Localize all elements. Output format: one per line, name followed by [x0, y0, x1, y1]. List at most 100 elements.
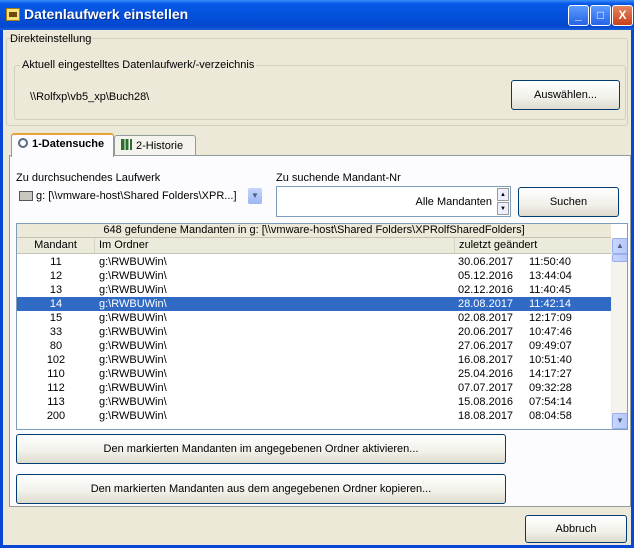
cell-mandant: 14 [49, 298, 63, 310]
magnifier-icon [18, 138, 28, 148]
cell-mandant: 110 [47, 368, 65, 380]
activate-button[interactable]: Den markierten Mandanten im angegebenen … [16, 434, 506, 464]
column-header-mandant[interactable]: Mandant [17, 238, 95, 254]
cell-mandant: 80 [49, 340, 63, 352]
cell-folder: g:\RWBUWin\ [99, 396, 167, 408]
cell-mandant: 33 [49, 326, 63, 338]
scroll-up-icon[interactable]: ▲ [612, 238, 627, 254]
table-row[interactable]: 33 g:\RWBUWin\ 20.06.2017 10:47:46 [17, 325, 611, 339]
tab-historie[interactable]: 2-Historie [114, 135, 196, 157]
list-summary: 648 gefundene Mandanten in g: [\\vmware-… [17, 224, 611, 238]
cell-time: 11:42:14 [529, 298, 572, 310]
cell-date: 05.12.2016 [458, 270, 514, 282]
title-bar[interactable]: Datenlaufwerk einstellen _ □ X [0, 0, 634, 30]
cell-folder: g:\RWBUWin\ [99, 270, 167, 282]
spin-down-icon[interactable]: ▼ [497, 202, 509, 215]
cell-time: 14:17:27 [529, 368, 572, 380]
spin-up-icon[interactable]: ▲ [497, 188, 509, 201]
choose-button[interactable]: Auswählen... [511, 80, 620, 110]
chevron-down-icon[interactable]: ▼ [248, 188, 262, 204]
cell-date: 25.04.2016 [458, 368, 514, 380]
cell-time: 08:04:58 [529, 410, 572, 422]
table-row[interactable]: 15 g:\RWBUWin\ 02.08.2017 12:17:09 [17, 311, 611, 325]
tab-historie-label: 2-Historie [136, 140, 184, 152]
close-button[interactable]: X [612, 5, 633, 26]
cell-time: 07:54:14 [529, 396, 572, 408]
network-drive-icon [19, 191, 33, 201]
cell-folder: g:\RWBUWin\ [99, 284, 167, 296]
cell-time: 09:32:28 [529, 382, 572, 394]
table-row[interactable]: 110 g:\RWBUWin\ 25.04.2016 14:17:27 [17, 367, 611, 381]
cell-folder: g:\RWBUWin\ [99, 368, 167, 380]
cell-time: 11:50:40 [529, 256, 572, 268]
cell-folder: g:\RWBUWin\ [99, 298, 167, 310]
scroll-thumb[interactable] [612, 254, 627, 262]
cell-folder: g:\RWBUWin\ [99, 256, 167, 268]
search-button[interactable]: Suchen [518, 187, 619, 217]
cell-date: 15.08.2016 [458, 396, 514, 408]
cell-mandant: 13 [49, 284, 63, 296]
cell-time: 11:40:45 [529, 284, 572, 296]
direct-setting-label: Direkteinstellung [10, 33, 92, 45]
cell-time: 12:17:09 [529, 312, 572, 324]
table-row[interactable]: 113 g:\RWBUWin\ 15.08.2016 07:54:14 [17, 395, 611, 409]
cell-mandant: 113 [47, 396, 65, 408]
table-row[interactable]: 12 g:\RWBUWin\ 05.12.2016 13:44:04 [17, 269, 611, 283]
cell-folder: g:\RWBUWin\ [99, 410, 167, 422]
window-title: Datenlaufwerk einstellen [24, 6, 189, 22]
list-scrollbar[interactable]: ▲ ▼ [611, 238, 627, 429]
drive-combo[interactable]: g: [\\vmware-host\Shared Folders\XPR...]… [16, 186, 264, 206]
table-row[interactable]: 13 g:\RWBUWin\ 02.12.2016 11:40:45 [17, 283, 611, 297]
copy-button[interactable]: Den markierten Mandanten aus dem angegeb… [16, 474, 506, 504]
cell-mandant: 112 [47, 382, 65, 394]
tab-datensuche-label: 1-Datensuche [32, 138, 105, 150]
mandant-list[interactable]: 648 gefundene Mandanten in g: [\\vmware-… [16, 223, 628, 430]
history-grid-icon [121, 139, 132, 150]
scroll-down-icon[interactable]: ▼ [612, 413, 627, 429]
table-row[interactable]: 11 g:\RWBUWin\ 30.06.2017 11:50:40 [17, 255, 611, 269]
cell-time: 10:51:40 [529, 354, 572, 366]
maximize-button[interactable]: □ [590, 5, 611, 26]
cell-mandant: 102 [46, 354, 66, 366]
cancel-button[interactable]: Abbruch [525, 515, 627, 543]
cell-date: 02.08.2017 [458, 312, 514, 324]
minimize-button[interactable]: _ [568, 5, 589, 26]
cell-date: 18.08.2017 [458, 410, 514, 422]
cell-folder: g:\RWBUWin\ [99, 382, 167, 394]
cell-folder: g:\RWBUWin\ [99, 312, 167, 324]
mandant-spinner-value: Alle Mandanten [415, 196, 492, 208]
cell-folder: g:\RWBUWin\ [99, 354, 167, 366]
cell-date: 27.06.2017 [458, 340, 514, 352]
drive-label: Zu durchsuchendes Laufwerk [16, 172, 161, 184]
cell-mandant: 12 [49, 270, 63, 282]
table-row[interactable]: 80 g:\RWBUWin\ 27.06.2017 09:49:07 [17, 339, 611, 353]
column-header-folder[interactable]: Im Ordner [95, 238, 455, 254]
table-row[interactable]: 200 g:\RWBUWin\ 18.08.2017 08:04:58 [17, 409, 611, 423]
table-row[interactable]: 112 g:\RWBUWin\ 07.07.2017 09:32:28 [17, 381, 611, 395]
current-path-value: \\Rolfxp\vb5_xp\Buch28\ [30, 91, 150, 103]
cell-date: 20.06.2017 [458, 326, 514, 338]
cell-date: 07.07.2017 [458, 382, 514, 394]
drive-folder-icon [6, 8, 20, 21]
cell-time: 09:49:07 [529, 340, 572, 352]
tab-datensuche[interactable]: 1-Datensuche [11, 133, 114, 157]
column-header-changed[interactable]: zuletzt geändert [455, 238, 613, 254]
current-path-label: Aktuell eingestelltes Datenlaufwerk/-ver… [20, 59, 257, 71]
table-row[interactable]: 14 g:\RWBUWin\ 28.08.2017 11:42:14 [17, 297, 611, 311]
cell-folder: g:\RWBUWin\ [99, 340, 167, 352]
cell-date: 28.08.2017 [458, 298, 514, 310]
cell-date: 30.06.2017 [458, 256, 514, 268]
cell-mandant: 200 [46, 410, 66, 422]
mandant-spinner[interactable]: Alle Mandanten ▲ ▼ [276, 186, 511, 217]
cell-folder: g:\RWBUWin\ [99, 326, 167, 338]
cell-time: 13:44:04 [529, 270, 572, 282]
cell-time: 10:47:46 [529, 326, 572, 338]
dialog-window: Datenlaufwerk einstellen _ □ X Direktein… [0, 0, 634, 548]
cell-mandant: 11 [50, 256, 62, 268]
cell-date: 16.08.2017 [458, 354, 514, 366]
cell-mandant: 15 [49, 312, 63, 324]
cell-date: 02.12.2016 [458, 284, 514, 296]
mandant-label: Zu suchende Mandant-Nr [276, 172, 401, 184]
drive-combo-value: g: [\\vmware-host\Shared Folders\XPR...] [36, 190, 237, 202]
table-row[interactable]: 102 g:\RWBUWin\ 16.08.2017 10:51:40 [17, 353, 611, 367]
